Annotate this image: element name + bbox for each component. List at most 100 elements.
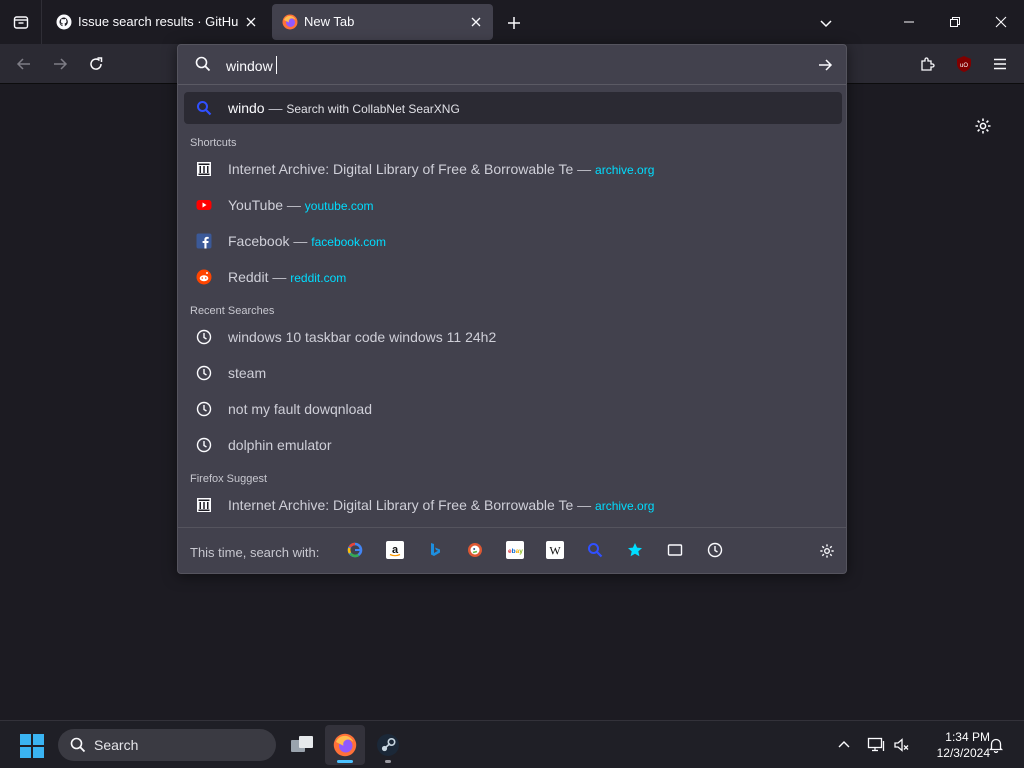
shortcut-result[interactable]: YouTube — youtube.com xyxy=(184,189,842,221)
tab-icon xyxy=(667,544,683,556)
amazon-engine-button[interactable]: a xyxy=(386,541,404,559)
minimize-icon xyxy=(904,21,914,23)
tab-strip: Issue search results · GitHub New Tab xyxy=(0,0,1024,44)
result-url: facebook.com xyxy=(311,235,386,249)
amazon-icon: a xyxy=(389,544,401,557)
clock-time: 1:34 PM xyxy=(945,730,990,744)
arrow-left-icon xyxy=(16,58,30,70)
arrow-right-icon xyxy=(819,59,833,71)
notifications-button[interactable] xyxy=(986,735,1006,755)
go-button[interactable] xyxy=(814,54,836,76)
windows-start-icon[interactable] xyxy=(20,734,44,758)
ublock-origin-button[interactable]: uO xyxy=(952,52,976,76)
new-tab-settings-button[interactable] xyxy=(972,115,994,137)
recent-search-result[interactable]: not my fault dowqnload xyxy=(184,393,842,425)
show-hidden-icons-button[interactable] xyxy=(834,735,854,755)
shortcut-result[interactable]: Facebook — facebook.com xyxy=(184,225,842,257)
shortcut-result[interactable]: Internet Archive: Digital Library of Fre… xyxy=(184,153,842,185)
suggest-result[interactable]: Internet Archive: Digital Library of Fre… xyxy=(184,489,842,521)
reload-button[interactable] xyxy=(84,52,108,76)
facebook-icon xyxy=(196,233,212,249)
searxng-icon xyxy=(196,100,212,116)
result-title: not my fault dowqnload xyxy=(228,401,372,417)
close-icon xyxy=(471,17,481,27)
urlbar-panel: windo — Search with CollabNet SearXNG Sh… xyxy=(177,44,847,574)
taskbar-clock[interactable]: 1:34 PM 12/3/2024 xyxy=(918,729,990,761)
reddit-icon xyxy=(196,269,212,285)
search-settings-button[interactable] xyxy=(818,542,836,560)
result-title: dolphin emulator xyxy=(228,437,332,453)
bookmarks-button[interactable] xyxy=(626,541,644,559)
speaker-muted-icon xyxy=(894,738,909,752)
bing-engine-button[interactable] xyxy=(426,541,444,559)
result-separator: — xyxy=(272,269,287,285)
list-all-tabs-button[interactable] xyxy=(815,12,837,34)
history-clock-icon xyxy=(196,437,212,453)
puzzle-icon xyxy=(921,57,935,71)
google-engine-button[interactable] xyxy=(346,541,364,559)
gear-icon xyxy=(975,118,991,134)
youtube-icon xyxy=(196,197,212,213)
searxng-engine-button[interactable] xyxy=(586,541,604,559)
task-view-button[interactable] xyxy=(282,725,322,765)
network-button[interactable] xyxy=(866,735,886,755)
shortcut-result[interactable]: Reddit — reddit.com xyxy=(184,261,842,293)
search-icon xyxy=(70,737,86,753)
tab-list-button[interactable] xyxy=(0,0,42,44)
heuristic-result[interactable]: windo — Search with CollabNet SearXNG xyxy=(184,92,842,124)
result-url: reddit.com xyxy=(290,271,347,285)
bing-icon xyxy=(431,543,440,556)
close-tab-button[interactable] xyxy=(242,13,260,31)
gear-icon xyxy=(820,544,834,558)
tab-github[interactable]: Issue search results · GitHub xyxy=(46,4,268,40)
back-button[interactable] xyxy=(12,52,36,76)
searxng-icon xyxy=(588,543,603,558)
duckduckgo-engine-button[interactable] xyxy=(466,541,484,559)
result-separator: — xyxy=(268,100,283,116)
tab-title: New Tab xyxy=(304,14,355,29)
recent-search-result[interactable]: windows 10 taskbar code windows 11 24h2 xyxy=(184,321,842,353)
tab-title: Issue search results · GitHub xyxy=(78,14,238,29)
group-label-firefox-suggest: Firefox Suggest xyxy=(190,473,268,485)
forward-button[interactable] xyxy=(48,52,72,76)
taskbar-firefox[interactable] xyxy=(325,725,365,765)
urlbar-input[interactable] xyxy=(226,55,806,77)
wikipedia-engine-button[interactable]: W xyxy=(546,541,564,559)
tabs-button[interactable] xyxy=(666,541,684,559)
result-title: Internet Archive: Digital Library of Fre… xyxy=(228,161,574,177)
restore-button[interactable] xyxy=(932,0,978,44)
group-label-shortcuts: Shortcuts xyxy=(190,137,237,149)
recent-search-result[interactable]: dolphin emulator xyxy=(184,429,842,461)
svg-text:W: W xyxy=(549,544,561,558)
taskbar-steam[interactable] xyxy=(368,725,408,765)
search-icon xyxy=(195,56,211,72)
ebay-engine-button[interactable]: ebay xyxy=(506,541,524,559)
new-tab-button[interactable] xyxy=(503,12,525,34)
history-button[interactable] xyxy=(706,541,724,559)
close-tab-button[interactable] xyxy=(467,13,485,31)
app-menu-button[interactable] xyxy=(988,52,1012,76)
chevron-up-icon xyxy=(838,741,850,748)
result-separator: — xyxy=(577,497,592,513)
taskbar-search-box[interactable]: Search xyxy=(58,729,276,761)
result-title: Internet Archive: Digital Library of Fre… xyxy=(228,497,574,513)
extensions-button[interactable] xyxy=(916,52,940,76)
close-icon xyxy=(995,16,1007,28)
result-title: YouTube xyxy=(228,197,284,213)
close-window-button[interactable] xyxy=(978,0,1024,44)
hamburger-menu-icon xyxy=(994,58,1006,70)
windows-taskbar: Search 1:34 PM 12/3/2024 xyxy=(0,720,1024,768)
one-off-label: This time, search with: xyxy=(190,545,320,560)
volume-button[interactable] xyxy=(892,735,912,755)
restore-icon xyxy=(950,17,960,27)
result-url: archive.org xyxy=(595,163,655,177)
result-title: windows 10 taskbar code windows 11 24h2 xyxy=(228,329,497,345)
minimize-button[interactable] xyxy=(886,0,932,44)
arrow-right-icon xyxy=(54,58,68,70)
active-app-indicator xyxy=(337,760,353,763)
svg-text:ebay: ebay xyxy=(508,548,523,555)
result-title: Reddit xyxy=(228,269,269,285)
firefox-icon xyxy=(333,733,357,757)
recent-search-result[interactable]: steam xyxy=(184,357,842,389)
tab-new-tab[interactable]: New Tab xyxy=(272,4,493,40)
